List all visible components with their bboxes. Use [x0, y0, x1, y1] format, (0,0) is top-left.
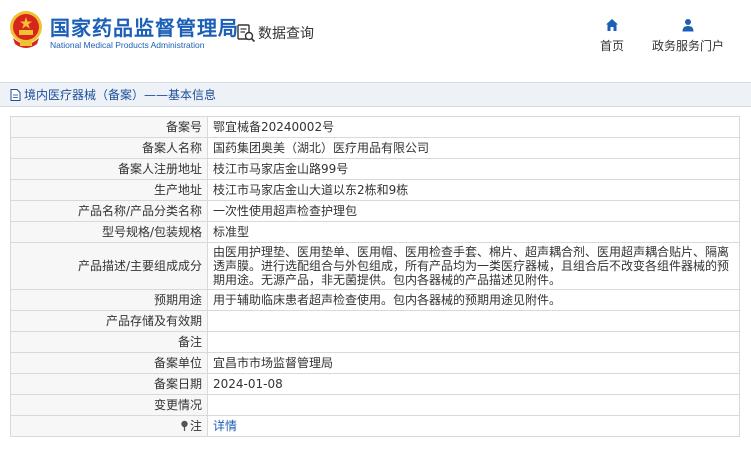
logo-title-cn: 国家药品监督管理局 — [50, 16, 239, 40]
field-label: 备案人名称 — [10, 137, 208, 159]
table-row: 注 详情 — [10, 415, 740, 437]
data-query-label: 数据查询 — [258, 26, 314, 42]
field-label: 备注 — [10, 331, 208, 353]
field-label: 生产地址 — [10, 179, 208, 201]
record-detail-table: 备案号 鄂宜械备20240002号 备案人名称 国药集团奥美（湖北）医疗用品有限… — [10, 116, 740, 437]
field-label: 注 — [189, 419, 202, 433]
table-row: 备案日期 2024-01-08 — [10, 373, 740, 395]
field-label: 备案号 — [10, 116, 208, 138]
gov-portal-nav-button[interactable]: 政务服务门户 — [650, 18, 726, 54]
table-row: 生产地址 枝江市马家店金山大道以东2栋和9栋 — [10, 179, 740, 201]
table-row: 备案单位 宜昌市市场监督管理局 — [10, 352, 740, 374]
field-value: 标准型 — [207, 221, 740, 243]
field-value — [207, 394, 740, 416]
note-value-cell: 详情 — [207, 415, 740, 437]
section-title: 境内医疗器械（备案）——基本信息 — [24, 88, 217, 102]
field-label: 预期用途 — [10, 289, 208, 311]
table-row: 产品存储及有效期 — [10, 310, 740, 332]
field-value: 枝江市马家店金山大道以东2栋和9栋 — [207, 179, 740, 201]
pin-icon — [181, 420, 188, 431]
table-row: 预期用途 用于辅助临床患者超声检查使用。包内各器械的预期用途见附件。 — [10, 289, 740, 311]
table-row: 备案人名称 国药集团奥美（湖北）医疗用品有限公司 — [10, 137, 740, 159]
field-value — [207, 310, 740, 332]
table-row: 备案号 鄂宜械备20240002号 — [10, 116, 740, 138]
field-value: 枝江市马家店金山路99号 — [207, 158, 740, 180]
field-value — [207, 331, 740, 353]
table-row: 型号规格/包装规格 标准型 — [10, 221, 740, 243]
document-search-icon — [237, 24, 256, 43]
field-label: 备案日期 — [10, 373, 208, 395]
document-icon — [10, 88, 21, 101]
home-nav-label: 首页 — [599, 39, 624, 53]
data-query-link[interactable]: 数据查询 — [236, 22, 314, 44]
home-icon — [606, 19, 618, 31]
field-label: 备案单位 — [10, 352, 208, 374]
field-label: 产品名称/产品分类名称 — [10, 200, 208, 222]
table-row: 产品描述/主要组成成分 由医用护理垫、医用垫单、医用帽、医用检查手套、棉片、超声… — [10, 242, 740, 290]
field-label: 产品描述/主要组成成分 — [10, 242, 208, 290]
table-row: 产品名称/产品分类名称 一次性使用超声检查护理包 — [10, 200, 740, 222]
field-value: 用于辅助临床患者超声检查使用。包内各器械的预期用途见附件。 — [207, 289, 740, 311]
table-row: 备注 — [10, 331, 740, 353]
field-label: 变更情况 — [10, 394, 208, 416]
section-title-bar: 境内医疗器械（备案）——基本信息 — [0, 82, 751, 107]
field-label: 型号规格/包装规格 — [10, 221, 208, 243]
site-header: 国家药品监督管理局 National Medical Products Admi… — [0, 0, 751, 68]
detail-link[interactable]: 详情 — [213, 419, 237, 433]
home-nav-button[interactable]: 首页 — [597, 18, 627, 54]
table-row: 备案人注册地址 枝江市马家店金山路99号 — [10, 158, 740, 180]
table-row: 变更情况 — [10, 394, 740, 416]
gov-portal-nav-label: 政务服务门户 — [651, 39, 724, 53]
note-label-cell: 注 — [10, 415, 208, 437]
field-value: 鄂宜械备20240002号 — [207, 116, 740, 138]
field-value: 由医用护理垫、医用垫单、医用帽、医用检查手套、棉片、超声耦合剂、医用超声耦合贴片… — [207, 242, 740, 290]
field-value: 一次性使用超声检查护理包 — [207, 200, 740, 222]
field-value: 2024-01-08 — [207, 373, 740, 395]
user-icon — [682, 19, 694, 32]
national-emblem-icon — [10, 11, 42, 48]
field-label: 产品存储及有效期 — [10, 310, 208, 332]
field-value: 宜昌市市场监督管理局 — [207, 352, 740, 374]
field-value: 国药集团奥美（湖北）医疗用品有限公司 — [207, 137, 740, 159]
logo-title-en: National Medical Products Administration — [50, 40, 205, 50]
field-label: 备案人注册地址 — [10, 158, 208, 180]
